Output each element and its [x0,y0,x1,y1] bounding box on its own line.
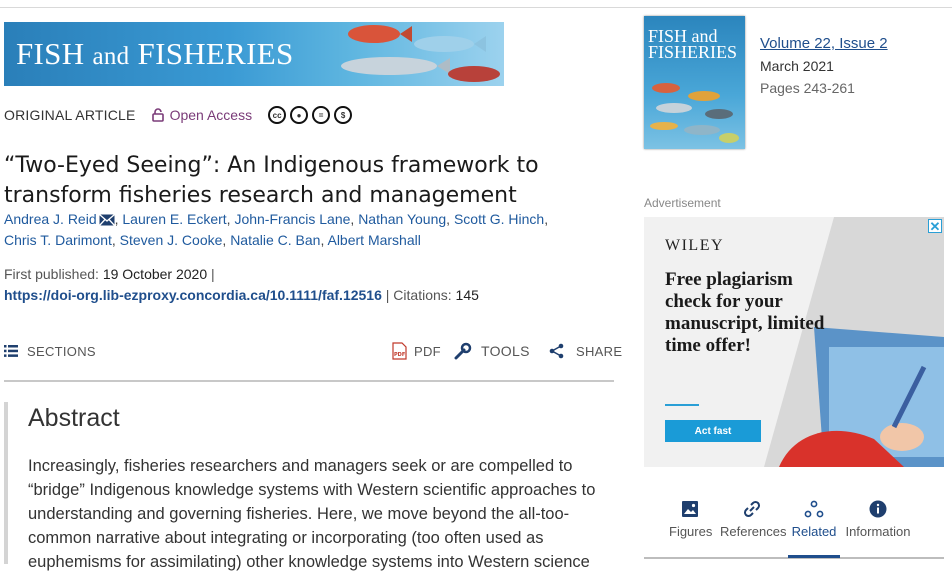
open-access-label: Open Access [169,107,253,123]
author-link[interactable]: Scott G. Hinch [454,211,544,227]
author-link[interactable]: John-Francis Lane [234,211,350,227]
tab-related[interactable]: Related [788,497,840,558]
sections-label: SECTIONS [27,343,96,359]
author-link[interactable]: Natalie C. Ban [230,232,320,248]
issue-date: March 2021 [760,58,834,74]
tools-label: TOOLS [481,343,530,359]
cc-icon: cc [268,106,287,124]
advertisement-label: Advertisement [644,196,721,210]
tools-button[interactable]: TOOLS [454,338,530,364]
journal-banner[interactable]: FISH and FISHERIES [4,22,504,86]
tab-information-label: Information [845,524,911,539]
abstract-text: Increasingly, fisheries researchers and … [28,457,596,571]
ad-cta-button[interactable]: Act fast [665,420,761,442]
fish-illustration [341,25,500,82]
side-panel-tabs: Figures References Related Information [644,497,944,559]
share-button[interactable]: SHARE [549,338,622,364]
share-icon [549,343,564,359]
image-icon [682,501,698,517]
abstract-heading: Abstract [28,404,120,432]
tab-figures[interactable]: Figures [669,497,713,555]
cc-nd-icon: = [312,106,331,124]
unlock-icon [151,108,164,122]
creative-commons-license[interactable]: cc ● = $ [268,106,353,124]
doi-link[interactable]: https://doi-org.lib-ezproxy.concordia.ca… [4,287,382,303]
author-link[interactable]: Lauren E. Eckert [122,211,226,227]
info-icon [869,500,887,518]
svg-text:PDF: PDF [394,352,405,358]
ad-rule [665,404,699,406]
journal-banner-title: FISH and FISHERIES [16,36,294,71]
related-icon [804,500,824,518]
article-meta: ORIGINAL ARTICLE Open Access cc ● = $ [4,104,353,126]
article-toolbar: SECTIONS PDF PDF TOOLS SHARE [4,338,622,364]
journal-cover[interactable]: FISH and FISHERIES [644,16,745,149]
author-list: Andrea J. Reid, Lauren E. Eckert, John-F… [4,211,549,248]
author-link[interactable]: Steven J. Cooke [120,232,223,248]
share-label: SHARE [576,343,623,359]
publication-info: First published: 19 October 2020 | https… [4,266,479,303]
link-icon [743,500,761,518]
open-access-badge[interactable]: Open Access [151,107,253,123]
advertisement-banner[interactable]: ✕ WILEY Free plagiarism check for your m… [644,217,944,467]
wrench-icon [454,342,472,360]
volume-issue-link[interactable]: Volume 22, Issue 2 [760,35,888,52]
top-border [0,0,952,8]
sections-button[interactable]: SECTIONS [4,338,96,364]
tab-information[interactable]: Information [843,497,913,555]
ad-close-button[interactable]: ✕ [928,219,942,234]
tab-references[interactable]: References [720,497,787,555]
author-link[interactable]: Nathan Young [358,211,446,227]
pdf-icon: PDF [392,342,407,360]
pdf-button[interactable]: PDF PDF [392,338,441,364]
cc-by-icon: ● [290,106,309,124]
tab-figures-label: Figures [669,524,713,539]
abstract-side-bar [4,402,8,564]
author-link[interactable]: Albert Marshall [327,232,420,248]
tab-references-label: References [720,524,787,539]
author-link[interactable]: Chris T. Darimont [4,232,112,248]
first-published-label: First published: [4,266,99,282]
issue-info: Volume 22, Issue 2 March 2021 Pages 243-… [760,32,888,99]
article-type: ORIGINAL ARTICLE [4,107,136,123]
toolbar-divider [4,380,614,382]
citations-label: Citations: [393,287,452,303]
pdf-label: PDF [414,343,441,359]
issue-pages: Pages 243-261 [760,80,855,96]
email-icon[interactable] [98,214,115,226]
first-published-date: 19 October 2020 [102,266,208,282]
cover-fish-illustration [650,83,739,143]
cc-nc-icon: $ [334,106,353,124]
article-title: “Two-Eyed Seeing”: An Indigenous framewo… [4,152,539,208]
list-icon [4,345,18,357]
author-link[interactable]: Andrea J. Reid [4,211,97,227]
ad-brand: WILEY [665,237,725,254]
tab-related-label: Related [791,524,837,539]
ad-headline: Free plagiarism check for your manuscrip… [665,269,825,356]
citations-count[interactable]: 145 [456,287,479,303]
